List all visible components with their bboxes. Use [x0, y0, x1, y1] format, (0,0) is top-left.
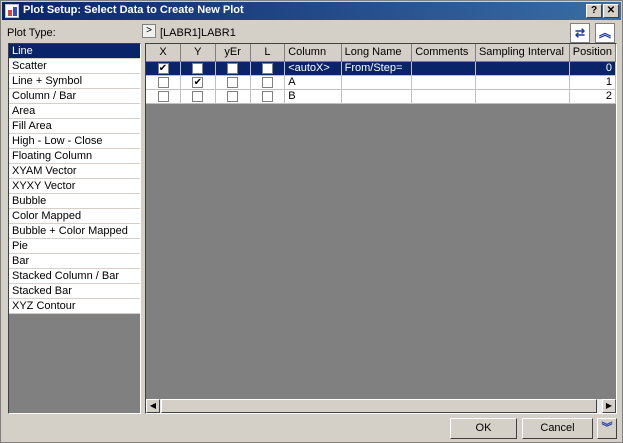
- column-header[interactable]: Comments: [411, 44, 476, 62]
- data-source-label: [LABR1]LABR1: [160, 27, 236, 39]
- swap-arrows-icon[interactable]: ⇄: [570, 23, 590, 43]
- column-header[interactable]: Long Name: [341, 44, 413, 62]
- title-bar[interactable]: Plot Setup: Select Data to Create New Pl…: [2, 2, 621, 20]
- l-checkbox[interactable]: [261, 62, 273, 74]
- yer-checkbox[interactable]: [227, 76, 239, 88]
- column-header[interactable]: yEr: [215, 44, 251, 62]
- l-checkbox-cell: [250, 89, 286, 104]
- sampling-interval-cell: [475, 89, 570, 104]
- sampling-interval-cell: [475, 61, 570, 76]
- plot-type-list[interactable]: Line Scatter Line + Symbol Column / Bar Area…: [8, 43, 141, 414]
- l-checkbox[interactable]: [261, 76, 273, 88]
- plot-type-item[interactable]: Floating Column: [9, 149, 140, 164]
- close-button[interactable]: ✕: [603, 4, 619, 18]
- help-button[interactable]: ?: [586, 4, 602, 18]
- column-table: X YyEr L Column Long Name Comments Sampling In…: [146, 44, 616, 104]
- plot-type-item[interactable]: XYXY Vector: [9, 179, 140, 194]
- plot-type-item[interactable]: XYZ Contour: [9, 299, 140, 314]
- plot-type-item[interactable]: XYAM Vector: [9, 164, 140, 179]
- ok-button[interactable]: OK: [450, 418, 517, 439]
- plot-type-item[interactable]: High - Low - Close: [9, 134, 140, 149]
- plot-type-item[interactable]: Color Mapped: [9, 209, 140, 224]
- column-header[interactable]: L: [250, 44, 286, 62]
- plot-type-item[interactable]: Scatter: [9, 59, 140, 74]
- x-checkbox-cell: [146, 75, 182, 90]
- column-header[interactable]: Sampling Interval: [475, 44, 570, 62]
- yer-checkbox-cell: [215, 61, 251, 76]
- cancel-button[interactable]: Cancel: [522, 418, 593, 439]
- horizontal-scrollbar[interactable]: ◀ ▶: [146, 399, 616, 413]
- y-checkbox[interactable]: ✔: [192, 76, 204, 88]
- yer-checkbox-cell: [215, 89, 251, 104]
- comments-cell: [411, 89, 476, 104]
- l-checkbox-cell: [250, 61, 286, 76]
- y-checkbox-cell: ✔: [180, 75, 216, 90]
- x-checkbox-cell: ✔: [146, 61, 182, 76]
- scroll-left-icon[interactable]: ◀: [146, 399, 160, 413]
- table-row[interactable]: ✔ A 1: [146, 75, 616, 90]
- plot-type-item[interactable]: Bubble: [9, 194, 140, 209]
- yer-checkbox-cell: [215, 75, 251, 90]
- plot-type-item[interactable]: Pie: [9, 239, 140, 254]
- long-name-cell: [341, 89, 413, 104]
- yer-checkbox[interactable]: [227, 90, 239, 102]
- y-checkbox[interactable]: [192, 62, 204, 74]
- double-chevron-up-icon[interactable]: ︽: [595, 23, 615, 43]
- comments-cell: [411, 75, 476, 90]
- x-checkbox[interactable]: [157, 90, 169, 102]
- plot-type-item[interactable]: Bubble + Color Mapped: [9, 224, 140, 239]
- position-cell: 0: [569, 61, 616, 76]
- column-header[interactable]: Y: [180, 44, 216, 62]
- y-checkbox-cell: [180, 89, 216, 104]
- long-name-cell: From/Step=: [341, 61, 413, 76]
- plot-type-item[interactable]: Area: [9, 104, 140, 119]
- x-checkbox[interactable]: ✔: [157, 62, 169, 74]
- scroll-thumb[interactable]: [161, 399, 597, 413]
- y-checkbox-cell: [180, 61, 216, 76]
- column-name-cell: B: [284, 89, 342, 104]
- plot-type-item[interactable]: Column / Bar: [9, 89, 140, 104]
- expand-source-button[interactable]: >: [142, 24, 156, 38]
- yer-checkbox[interactable]: [227, 62, 239, 74]
- plot-type-item[interactable]: Stacked Bar: [9, 284, 140, 299]
- column-selection-grid: X YyEr L Column Long Name Comments Sampling In…: [145, 43, 617, 414]
- scroll-right-icon[interactable]: ▶: [602, 399, 616, 413]
- plot-setup-dialog: Plot Setup: Select Data to Create New Pl…: [0, 0, 623, 443]
- l-checkbox-cell: [250, 75, 286, 90]
- column-header[interactable]: Position: [569, 44, 616, 62]
- x-checkbox[interactable]: [157, 76, 169, 88]
- table-row[interactable]: ✔ <autoX> From/Step= 0: [146, 61, 616, 76]
- plot-app-icon: [5, 4, 19, 18]
- plot-type-item[interactable]: Fill Area: [9, 119, 140, 134]
- table-header-row: X YyEr L Column Long Name Comments Sampling In…: [146, 44, 616, 62]
- position-cell: 2: [569, 89, 616, 104]
- l-checkbox[interactable]: [261, 90, 273, 102]
- window-title: Plot Setup: Select Data to Create New Pl…: [23, 4, 244, 16]
- plot-type-item[interactable]: Stacked Column / Bar: [9, 269, 140, 284]
- column-name-cell: A: [284, 75, 342, 90]
- long-name-cell: [341, 75, 413, 90]
- plot-type-item[interactable]: Line + Symbol: [9, 74, 140, 89]
- plot-type-label: Plot Type:: [7, 27, 56, 39]
- table-row[interactable]: B2: [146, 89, 616, 104]
- y-checkbox[interactable]: [192, 90, 204, 102]
- plot-type-item[interactable]: Bar: [9, 254, 140, 269]
- x-checkbox-cell: [146, 89, 182, 104]
- comments-cell: [411, 61, 476, 76]
- column-header[interactable]: Column: [284, 44, 342, 62]
- sampling-interval-cell: [475, 75, 570, 90]
- column-header[interactable]: X: [146, 44, 182, 62]
- position-cell: 1: [569, 75, 616, 90]
- column-name-cell: <autoX>: [284, 61, 342, 76]
- plot-type-item[interactable]: Line: [9, 44, 140, 59]
- double-chevron-down-icon[interactable]: ︾: [597, 418, 617, 439]
